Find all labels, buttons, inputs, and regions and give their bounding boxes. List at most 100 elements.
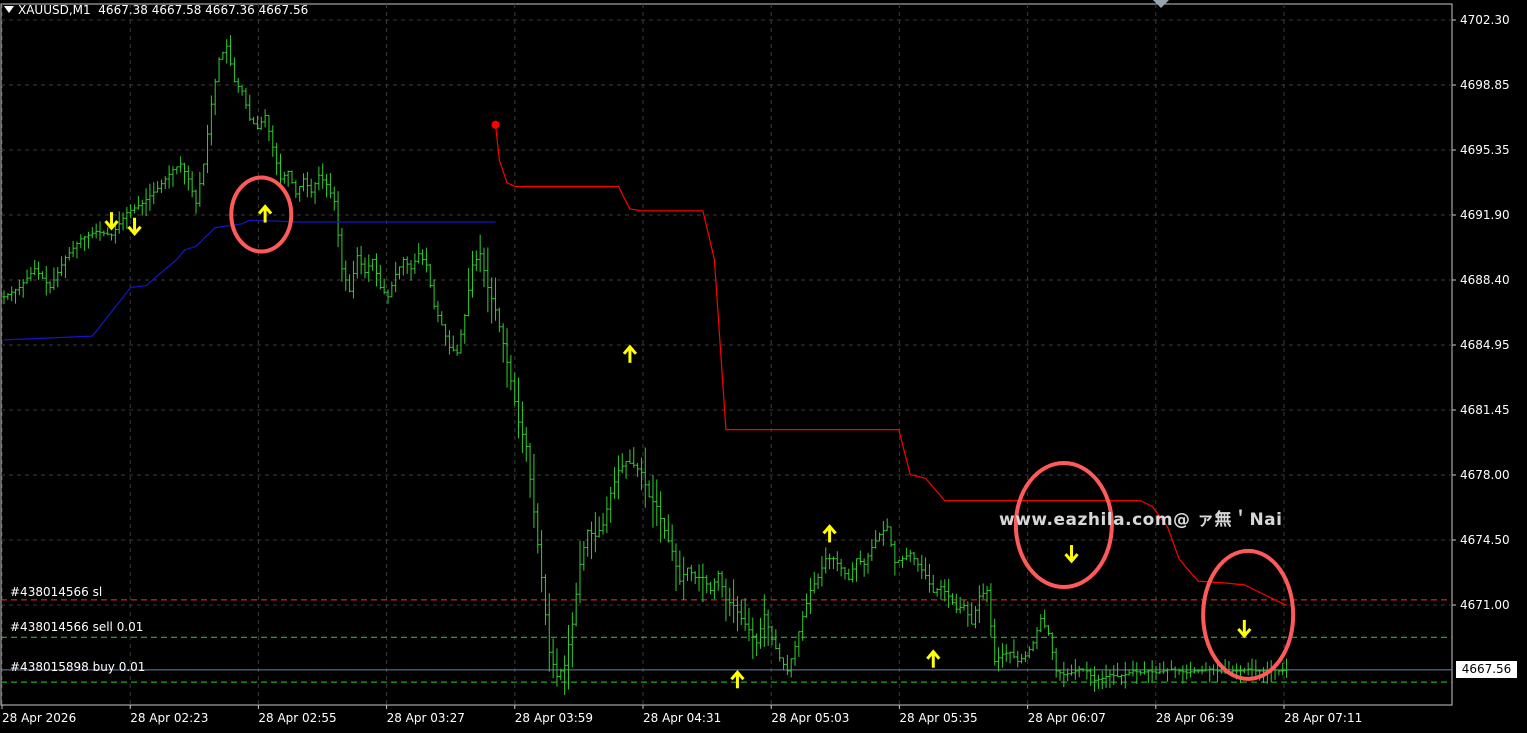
candle-bar bbox=[774, 629, 778, 650]
candle-bar bbox=[854, 558, 859, 582]
candle-bar bbox=[866, 552, 870, 574]
candle-bar bbox=[946, 578, 951, 608]
candle-bar bbox=[873, 529, 878, 549]
candle-bar bbox=[443, 324, 448, 346]
buy-line-label: #438015898 buy 0.01 bbox=[10, 660, 146, 674]
candle-bar bbox=[847, 568, 851, 581]
candle-bar bbox=[1019, 653, 1024, 664]
candle-bar bbox=[144, 188, 148, 216]
price-chart[interactable]: 4702.30 4698.85 4695.35 4691.90 4688.40 4684.… bbox=[0, 0, 1527, 729]
candle-bar bbox=[424, 247, 429, 273]
candle-bar bbox=[1284, 658, 1289, 678]
candle-bar bbox=[244, 88, 248, 109]
candle-bar bbox=[455, 344, 459, 356]
candle-bar bbox=[535, 503, 540, 554]
candle-bar bbox=[1104, 664, 1108, 688]
y-tick-label: 4678.00 bbox=[1460, 468, 1510, 482]
candle-bar bbox=[919, 555, 924, 580]
candle-bar bbox=[21, 279, 25, 298]
candle-bar bbox=[1023, 651, 1028, 663]
chart-shift-triangle-icon[interactable] bbox=[1153, 0, 1169, 8]
candle-bar bbox=[209, 95, 214, 146]
candle-bar bbox=[831, 556, 836, 570]
chart-window[interactable]: 4702.30 4698.85 4695.35 4691.90 4688.40 4684.… bbox=[0, 0, 1527, 729]
candle-bar bbox=[48, 281, 52, 294]
candle-bar bbox=[125, 206, 129, 230]
candle-bar bbox=[159, 179, 164, 194]
candle-bar bbox=[163, 176, 168, 189]
candle-bar bbox=[731, 579, 736, 624]
candle-bar bbox=[259, 116, 264, 130]
candle-bar bbox=[858, 550, 863, 565]
candle-bar bbox=[1154, 665, 1158, 680]
down-arrow-icon bbox=[1237, 619, 1252, 639]
y-tick-label: 4702.30 bbox=[1460, 13, 1510, 27]
candle-bar bbox=[1000, 643, 1005, 668]
candle-bar bbox=[132, 204, 137, 214]
candle-bar bbox=[1138, 670, 1143, 676]
candle-bar bbox=[290, 170, 294, 184]
candle-bar bbox=[1015, 650, 1020, 668]
up-arrow-icon bbox=[926, 649, 941, 668]
candle-bar bbox=[25, 269, 29, 284]
candle-bar bbox=[213, 78, 217, 116]
candle-bar bbox=[870, 539, 874, 562]
candle-bar bbox=[432, 279, 436, 310]
candle-bar bbox=[685, 567, 690, 582]
candle-bar bbox=[505, 328, 509, 388]
candle-bar bbox=[969, 602, 974, 625]
candle-bar bbox=[1108, 669, 1112, 688]
candle-bar bbox=[1096, 674, 1101, 689]
candle-bar bbox=[79, 234, 83, 249]
candle-bar bbox=[823, 547, 828, 574]
x-tick-label: 28 Apr 06:39 bbox=[1156, 711, 1234, 725]
candle-bar bbox=[63, 255, 68, 278]
candle-bar bbox=[1135, 662, 1139, 684]
up-arrow-icon bbox=[622, 344, 638, 363]
candle-bar bbox=[190, 171, 194, 198]
candle-bar bbox=[224, 39, 229, 64]
candle-bar bbox=[140, 199, 145, 216]
candle-bar bbox=[655, 479, 659, 526]
candle-bar bbox=[109, 233, 114, 241]
candle-bar bbox=[931, 574, 936, 593]
candle-bar bbox=[674, 543, 678, 592]
candle-bar bbox=[416, 242, 421, 264]
candle-bar bbox=[1277, 669, 1281, 676]
candle-bar bbox=[13, 288, 18, 304]
candle-bar bbox=[447, 330, 452, 355]
candle-bar bbox=[900, 555, 905, 568]
candle-bar bbox=[294, 180, 298, 198]
candle-bar bbox=[29, 266, 33, 282]
candle-bar bbox=[973, 606, 978, 629]
candle-bar bbox=[370, 258, 375, 271]
candle-bar bbox=[512, 372, 517, 406]
candle-bar bbox=[666, 514, 671, 543]
candle-bar bbox=[347, 274, 352, 293]
candle-bar bbox=[1085, 661, 1089, 680]
candle-bar bbox=[155, 181, 160, 193]
candle-bar bbox=[466, 268, 471, 317]
candle-bar bbox=[148, 183, 152, 211]
candle-bar bbox=[1062, 661, 1066, 688]
candle-bar bbox=[789, 658, 793, 678]
chart-menu-triangle-icon[interactable] bbox=[4, 6, 14, 13]
candle-bar bbox=[178, 156, 183, 173]
candle-bar bbox=[850, 562, 855, 583]
candle-bar bbox=[67, 247, 72, 261]
candle-bar bbox=[816, 573, 820, 590]
candle-bar bbox=[562, 655, 567, 696]
candle-bar bbox=[651, 474, 655, 528]
candle-bar bbox=[678, 550, 682, 585]
candle-bar bbox=[585, 529, 590, 557]
candle-bar bbox=[923, 557, 928, 580]
candle-bar bbox=[1158, 663, 1162, 675]
candle-bar bbox=[1088, 668, 1093, 686]
candle-bar bbox=[620, 453, 625, 474]
candle-bar bbox=[489, 277, 494, 324]
candle-bar bbox=[71, 241, 75, 258]
current-price-label: 4667.56 bbox=[1456, 661, 1517, 678]
candle-bar bbox=[566, 625, 571, 690]
candle-bar bbox=[286, 170, 290, 187]
x-tick-label: 28 Apr 03:27 bbox=[387, 711, 465, 725]
